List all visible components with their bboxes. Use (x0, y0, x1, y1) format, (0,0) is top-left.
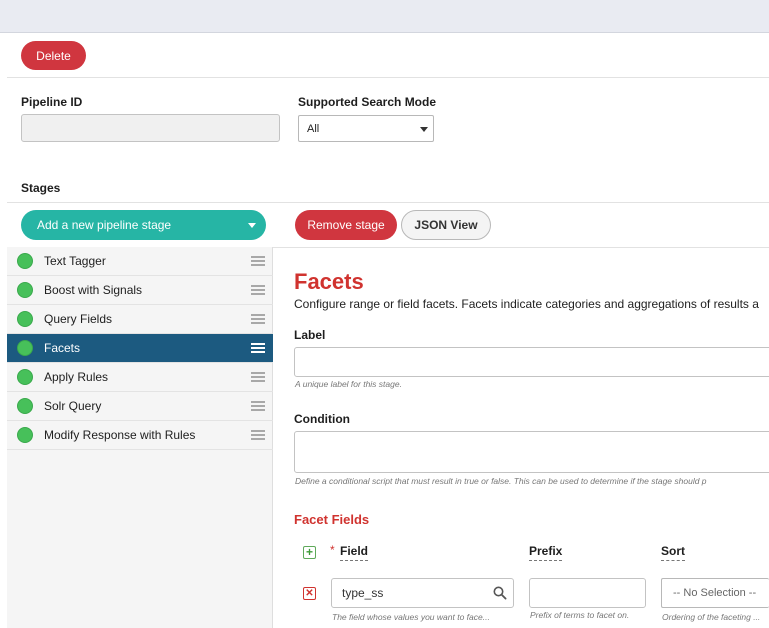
stage-item-solr-query[interactable]: Solr Query (7, 392, 273, 421)
stage-item-label: Query Fields (44, 312, 113, 326)
drag-handle-icon[interactable] (251, 428, 265, 442)
label-field-label: Label (294, 328, 326, 342)
search-mode-label: Supported Search Mode (298, 95, 437, 109)
condition-textarea[interactable] (294, 431, 769, 473)
label-help-text: A unique label for this stage. (295, 379, 402, 389)
status-green-icon (17, 311, 33, 327)
stage-item-label: Text Tagger (44, 254, 106, 268)
status-green-icon (17, 282, 33, 298)
stage-description: Configure range or field facets. Facets … (294, 297, 759, 311)
status-green-icon (17, 427, 33, 443)
chevron-down-icon (420, 127, 428, 132)
stage-item-facets[interactable]: Facets (7, 334, 273, 363)
json-view-button[interactable]: JSON View (401, 210, 491, 240)
stage-item-modify-response-with-rules[interactable]: Modify Response with Rules (7, 421, 273, 450)
stage-title: Facets (294, 269, 364, 294)
prefix-help-text: Prefix of terms to facet on. (530, 610, 630, 620)
add-row-plus-icon[interactable]: + (303, 546, 316, 559)
pipeline-id-input[interactable] (21, 114, 280, 142)
prefix-column-header: Prefix (529, 544, 563, 561)
sort-help-text: Ordering of the faceting ... (662, 612, 761, 622)
divider (7, 77, 769, 78)
divider (7, 202, 769, 203)
stage-item-label: Modify Response with Rules (44, 428, 196, 442)
status-green-icon (17, 398, 33, 414)
drag-handle-icon[interactable] (251, 254, 265, 268)
field-input[interactable] (331, 578, 514, 608)
stage-item-label: Apply Rules (44, 370, 109, 384)
stage-item-apply-rules[interactable]: Apply Rules (7, 363, 273, 392)
sort-select-value: -- No Selection -- (673, 587, 757, 599)
stages-heading: Stages (21, 181, 61, 195)
stage-item-label: Boost with Signals (44, 283, 143, 297)
stage-item-label: Facets (44, 341, 81, 355)
search-mode-value: All (307, 122, 320, 135)
stage-item-boost-with-signals[interactable]: Boost with Signals (7, 276, 273, 305)
drag-handle-icon[interactable] (251, 283, 265, 297)
pipeline-id-label: Pipeline ID (21, 95, 83, 109)
prefix-input[interactable] (529, 578, 646, 608)
delete-button[interactable]: Delete (21, 41, 86, 70)
remove-stage-button[interactable]: Remove stage (295, 210, 397, 240)
add-pipeline-stage-dropdown[interactable]: Add a new pipeline stage (21, 210, 266, 240)
add-stage-label: Add a new pipeline stage (37, 218, 172, 232)
condition-field-label: Condition (294, 412, 350, 426)
stage-list: Text Tagger Boost with Signals Query Fie… (7, 247, 273, 628)
facet-fields-title: Facet Fields (294, 512, 370, 527)
status-green-icon (17, 340, 33, 356)
status-green-icon (17, 369, 33, 385)
top-bar (0, 0, 769, 33)
field-input-wrapper (331, 578, 514, 608)
stage-item-query-fields[interactable]: Query Fields (7, 305, 273, 334)
status-green-icon (17, 253, 33, 269)
field-help-text: The field whose values you want to face.… (332, 612, 490, 622)
stage-item-text-tagger[interactable]: Text Tagger (7, 247, 273, 276)
sort-select[interactable]: -- No Selection -- (661, 578, 769, 608)
stage-item-label: Solr Query (44, 399, 102, 413)
sort-column-header: Sort (661, 544, 685, 561)
drag-handle-icon[interactable] (251, 370, 265, 384)
drag-handle-icon[interactable] (251, 341, 265, 355)
label-input[interactable] (294, 347, 769, 377)
search-icon[interactable] (493, 586, 507, 600)
chevron-down-icon (248, 223, 256, 228)
required-mark: * (330, 543, 335, 557)
drag-handle-icon[interactable] (251, 399, 265, 413)
field-column-header: Field (340, 544, 369, 561)
search-mode-select[interactable]: All (298, 115, 434, 142)
drag-handle-icon[interactable] (251, 312, 265, 326)
condition-help-text: Define a conditional script that must re… (295, 476, 707, 486)
remove-row-x-icon[interactable]: ✕ (303, 587, 316, 600)
